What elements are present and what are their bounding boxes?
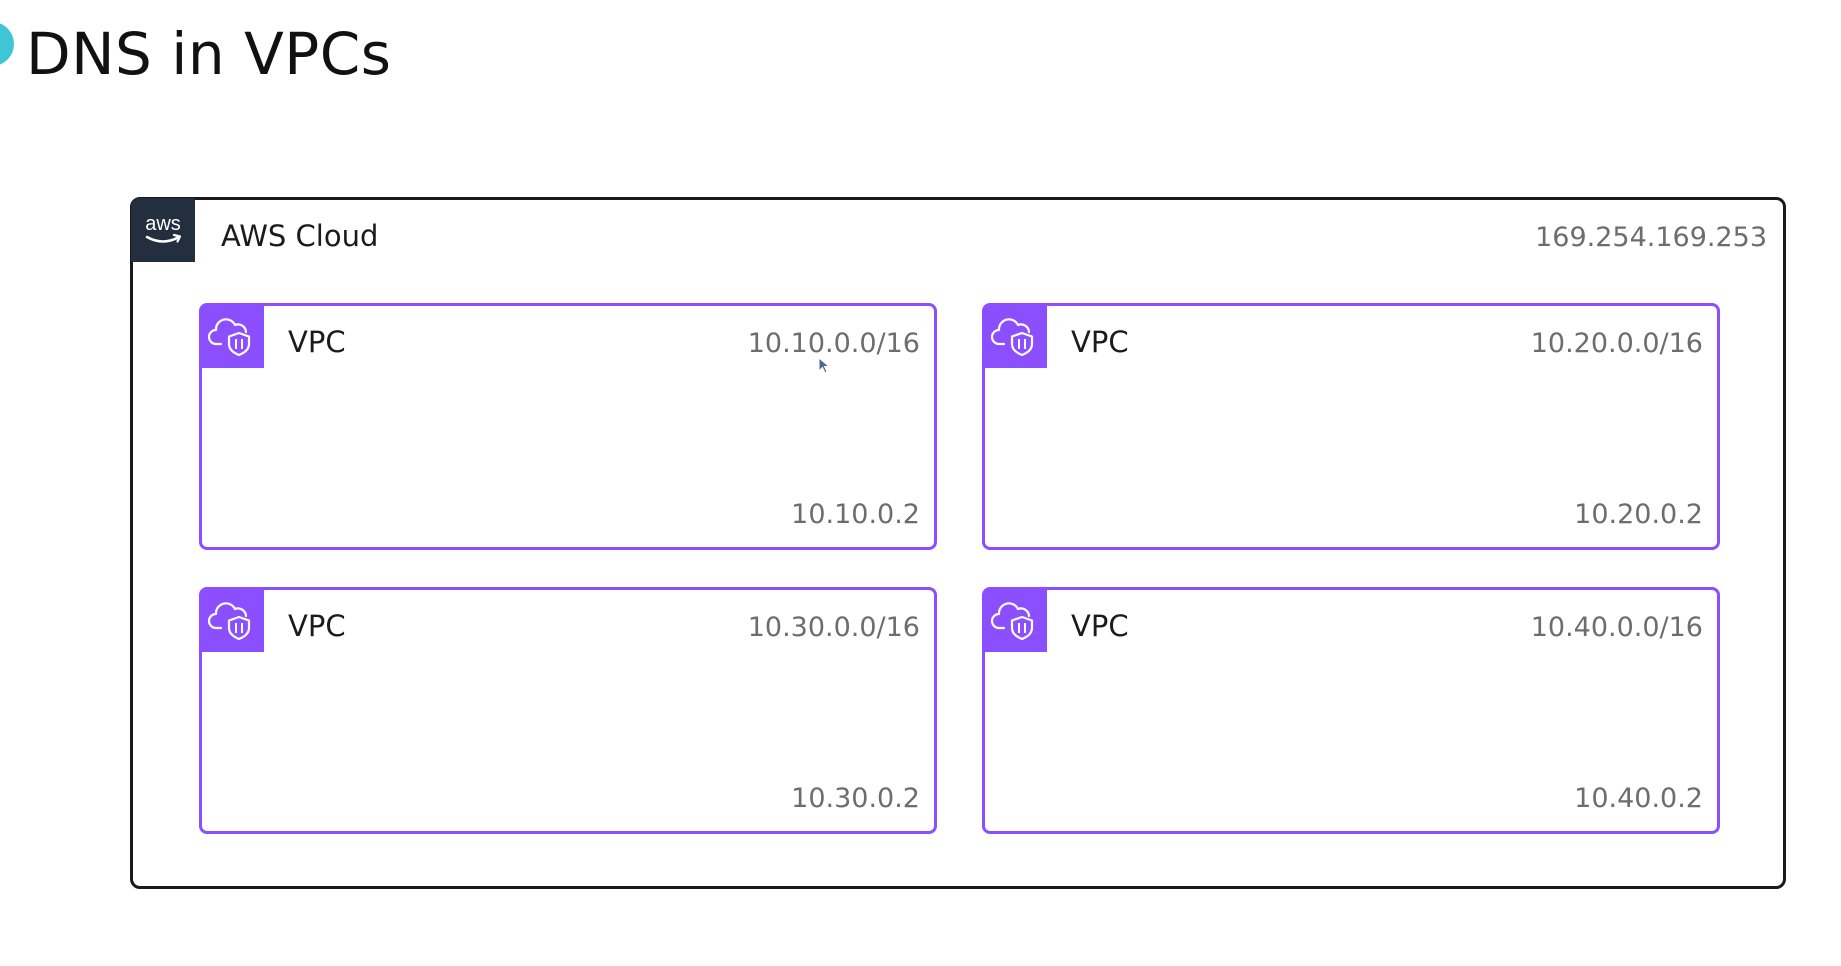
cloud-shield-icon (983, 588, 1047, 652)
title-accent-dot (0, 22, 14, 66)
aws-dns-address: 169.254.169.253 (1535, 222, 1767, 253)
cloud-shield-icon (983, 304, 1047, 368)
aws-logo-icon: aws (131, 198, 195, 262)
vpc-label: VPC (288, 609, 346, 643)
vpc-resolver-address: 10.20.0.2 (1574, 499, 1703, 530)
vpc-cidr: 10.30.0.0/16 (747, 612, 920, 643)
cloud-shield-icon (200, 304, 264, 368)
vpc-label: VPC (288, 325, 346, 359)
vpc-group-4: VPC 10.40.0.0/16 10.40.0.2 (982, 587, 1720, 834)
vpc-cidr: 10.10.0.0/16 (747, 328, 920, 359)
vpc-label: VPC (1071, 609, 1129, 643)
vpc-cidr: 10.40.0.0/16 (1530, 612, 1703, 643)
slide-title: DNS in VPCs (26, 20, 392, 88)
vpc-label: VPC (1071, 325, 1129, 359)
vpc-cidr: 10.20.0.0/16 (1530, 328, 1703, 359)
vpc-group-1: VPC 10.10.0.0/16 10.10.0.2 (199, 303, 937, 550)
vpc-resolver-address: 10.10.0.2 (791, 499, 920, 530)
cloud-shield-icon (200, 588, 264, 652)
vpc-group-2: VPC 10.20.0.0/16 10.20.0.2 (982, 303, 1720, 550)
aws-cloud-group: aws AWS Cloud 169.254.169.253 VPC 10.10.… (130, 197, 1786, 889)
aws-cloud-label: AWS Cloud (221, 219, 379, 253)
vpc-resolver-address: 10.30.0.2 (791, 783, 920, 814)
aws-logo-text: aws (145, 213, 181, 235)
vpc-resolver-address: 10.40.0.2 (1574, 783, 1703, 814)
mouse-cursor-icon (818, 357, 831, 374)
vpc-group-3: VPC 10.30.0.0/16 10.30.0.2 (199, 587, 937, 834)
